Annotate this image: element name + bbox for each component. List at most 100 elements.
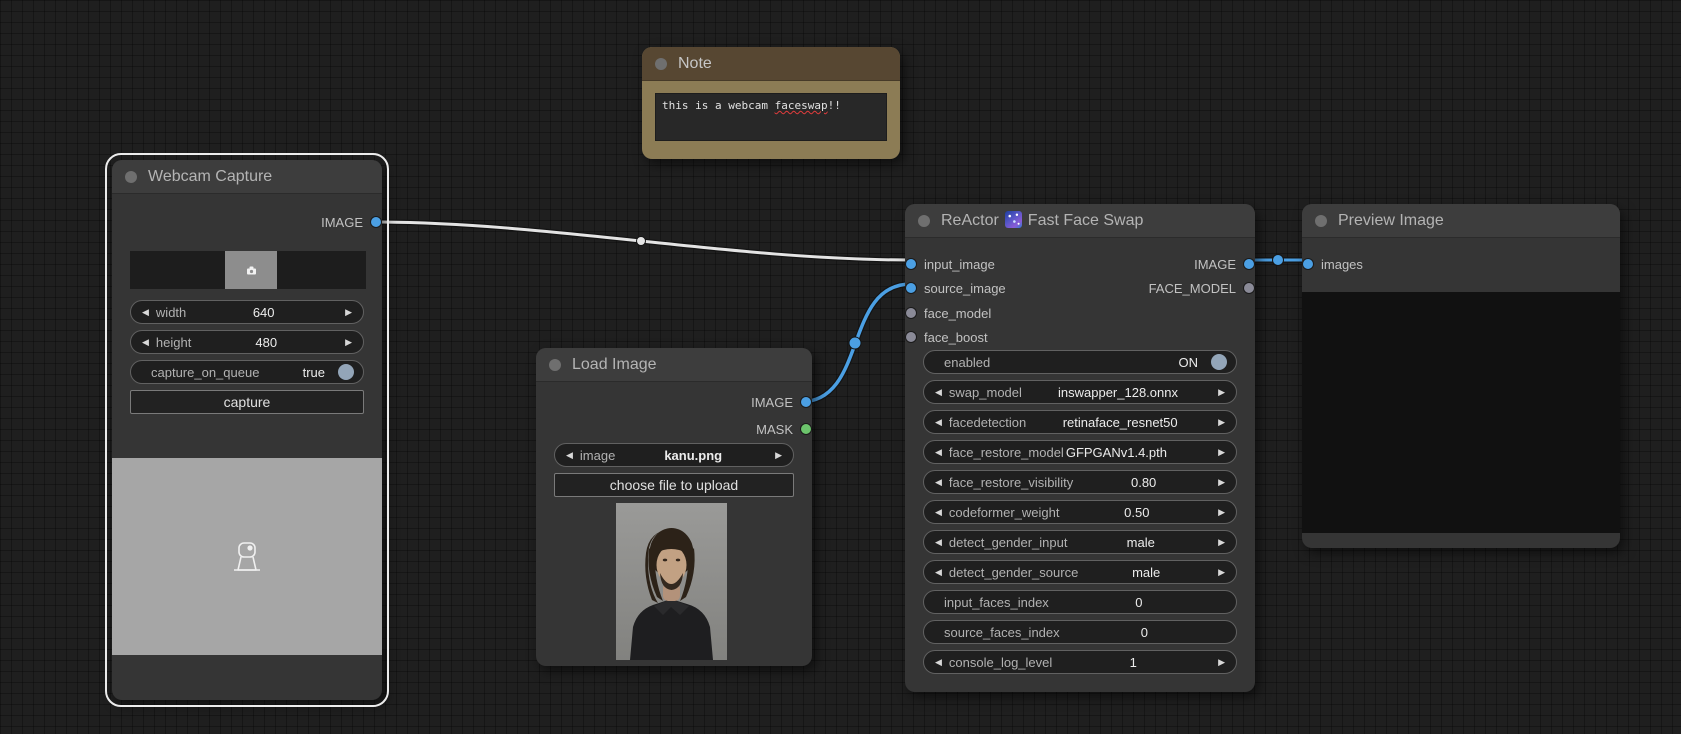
arrow-left-icon[interactable]: ◀	[931, 477, 946, 487]
port-label: MASK	[756, 421, 793, 437]
arrow-right-icon[interactable]: ▶	[1214, 537, 1229, 547]
widget-detect-gender-input[interactable]: ◀ detect_gender_input male ▶	[923, 530, 1237, 554]
webcam-node-titlebar[interactable]: Webcam Capture	[112, 160, 382, 194]
toggle-icon[interactable]	[338, 364, 354, 380]
arrow-left-icon[interactable]: ◀	[931, 657, 946, 667]
input-socket[interactable]	[906, 332, 916, 342]
node-title: ReActor Fast Face Swap	[941, 211, 1143, 230]
source-image-port: source_image	[905, 278, 1006, 298]
output-socket[interactable]	[371, 217, 381, 227]
widget-label: face_restore_visibility	[948, 474, 1074, 490]
widget-face-restore-model[interactable]: ◀ face_restore_model GFPGANv1.4.pth ▶	[923, 440, 1237, 464]
input-image-port: input_image	[905, 254, 995, 274]
note-text: this is a webcam	[662, 99, 775, 112]
input-socket[interactable]	[906, 259, 916, 269]
node-collapse-dot[interactable]	[1315, 214, 1327, 227]
port-label: IMAGE	[751, 394, 793, 410]
node-collapse-dot[interactable]	[918, 214, 930, 227]
reactor-node-titlebar[interactable]: ReActor Fast Face Swap	[905, 204, 1255, 238]
arrow-left-icon[interactable]: ◀	[931, 387, 946, 397]
widget-console-log-level[interactable]: ◀ console_log_level 1 ▶	[923, 650, 1237, 674]
node-preview-image: Preview Image images	[1302, 204, 1620, 548]
widget-source-faces-index[interactable]: source_faces_index 0	[923, 620, 1237, 644]
arrow-right-icon[interactable]: ▶	[1214, 417, 1229, 427]
node-collapse-dot[interactable]	[549, 358, 561, 371]
port-label: input_image	[924, 256, 995, 272]
arrow-right-icon[interactable]: ▶	[1214, 567, 1229, 577]
arrow-left-icon[interactable]: ◀	[931, 447, 946, 457]
load-image-node-titlebar[interactable]: Load Image	[536, 348, 812, 382]
widget-label: detect_gender_source	[948, 564, 1079, 580]
widget-swap-model[interactable]: ◀ swap_model inswapper_128.onnx ▶	[923, 380, 1237, 404]
widget-value: male	[1132, 564, 1161, 580]
arrow-right-icon[interactable]: ▶	[1214, 507, 1229, 517]
widget-width[interactable]: ◀ width 640 ▶	[130, 300, 364, 324]
widget-value: 0.80	[1130, 474, 1157, 490]
arrow-left-icon[interactable]: ◀	[931, 507, 946, 517]
output-socket[interactable]	[801, 397, 811, 407]
choose-file-button[interactable]: choose file to upload	[554, 473, 794, 497]
arrow-left-icon[interactable]: ◀	[931, 417, 946, 427]
toggle-icon[interactable]	[1211, 354, 1227, 370]
widget-label: input_faces_index	[944, 594, 1049, 610]
input-socket[interactable]	[906, 283, 916, 293]
arrow-right-icon[interactable]: ▶	[341, 337, 356, 347]
preview-node-titlebar[interactable]: Preview Image	[1302, 204, 1620, 238]
arrow-right-icon[interactable]: ▶	[1214, 477, 1229, 487]
widget-detect-gender-source[interactable]: ◀ detect_gender_source male ▶	[923, 560, 1237, 584]
arrow-right-icon[interactable]: ▶	[341, 307, 356, 317]
node-title: Webcam Capture	[148, 167, 273, 185]
widget-input-faces-index[interactable]: input_faces_index 0	[923, 590, 1237, 614]
node-load-image: Load Image IMAGE MASK ◀ image kanu.png ▶…	[536, 348, 812, 666]
arrow-right-icon[interactable]: ▶	[1214, 657, 1229, 667]
widget-enabled[interactable]: enabled ON	[923, 350, 1237, 374]
note-node-titlebar[interactable]: Note	[642, 47, 900, 81]
widget-label: swap_model	[948, 384, 1022, 400]
node-title-text: ReActor	[941, 212, 999, 229]
port-label: images	[1321, 256, 1363, 272]
arrow-right-icon[interactable]: ▶	[1214, 387, 1229, 397]
capture-button[interactable]: capture	[130, 390, 364, 414]
webcam-preview-area	[112, 458, 382, 655]
output-socket[interactable]	[1244, 283, 1254, 293]
face-model-port: face_model	[905, 303, 991, 323]
widget-capture-on-queue[interactable]: capture_on_queue true	[130, 360, 364, 384]
widget-label: enabled	[944, 354, 991, 370]
camera-icon	[246, 266, 256, 274]
widget-value: 1	[1129, 654, 1137, 670]
input-socket[interactable]	[1303, 259, 1313, 269]
arrow-left-icon[interactable]: ◀	[562, 450, 577, 460]
widget-face-restore-visibility[interactable]: ◀ face_restore_visibility 0.80 ▶	[923, 470, 1237, 494]
widget-image[interactable]: ◀ image kanu.png ▶	[554, 443, 794, 467]
arrow-right-icon[interactable]: ▶	[771, 450, 786, 460]
widget-label: capture_on_queue	[151, 364, 260, 380]
face-boost-port: face_boost	[905, 327, 988, 347]
webcam-device-thumb[interactable]	[225, 251, 277, 289]
node-title: Preview Image	[1338, 211, 1444, 229]
arrow-left-icon[interactable]: ◀	[931, 537, 946, 547]
arrow-left-icon[interactable]: ◀	[931, 567, 946, 577]
widget-label: codeformer_weight	[948, 504, 1060, 520]
node-graph-canvas[interactable]: Note this is a webcam faceswap!! Webcam …	[0, 0, 1681, 734]
arrow-left-icon[interactable]: ◀	[138, 337, 153, 347]
node-title-text: Fast Face Swap	[1027, 212, 1144, 229]
output-face-model-port: FACE_MODEL	[1149, 278, 1255, 298]
output-mask-port: MASK	[756, 419, 812, 439]
arrow-right-icon[interactable]: ▶	[1214, 447, 1229, 457]
node-collapse-dot[interactable]	[125, 170, 137, 183]
widget-codeformer-weight[interactable]: ◀ codeformer_weight 0.50 ▶	[923, 500, 1237, 524]
widget-height[interactable]: ◀ height 480 ▶	[130, 330, 364, 354]
output-socket[interactable]	[1244, 259, 1254, 269]
output-socket[interactable]	[801, 424, 811, 434]
widget-label: face_restore_model	[948, 444, 1064, 460]
output-image-port: IMAGE	[751, 392, 812, 412]
webcam-icon	[234, 541, 260, 571]
arrow-left-icon[interactable]: ◀	[138, 307, 153, 317]
widget-label: source_faces_index	[944, 624, 1060, 640]
node-collapse-dot[interactable]	[655, 57, 667, 70]
widget-label: height	[155, 334, 192, 350]
input-socket[interactable]	[906, 308, 916, 318]
note-textarea[interactable]: this is a webcam faceswap!!	[655, 93, 887, 141]
widget-facedetection[interactable]: ◀ facedetection retinaface_resnet50 ▶	[923, 410, 1237, 434]
widget-label: facedetection	[948, 414, 1027, 430]
